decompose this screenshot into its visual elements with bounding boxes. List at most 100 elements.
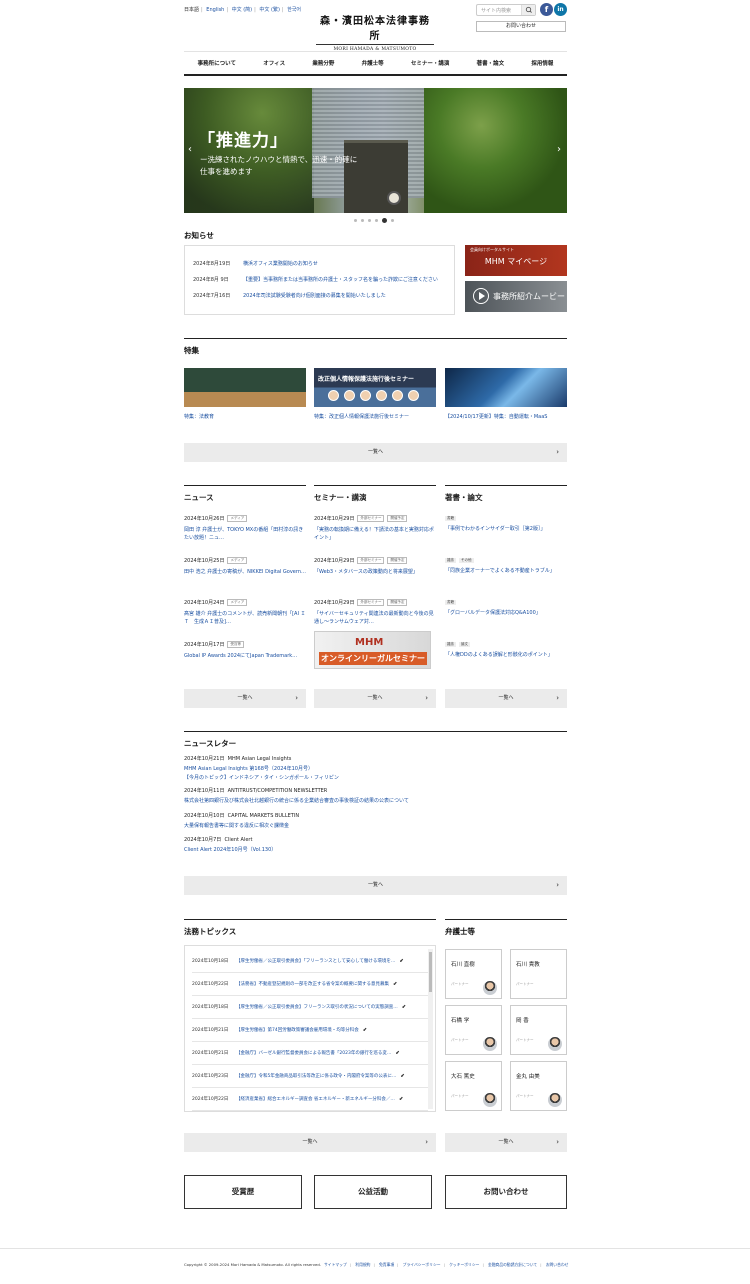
hero-prev-arrow[interactable]: ‹ bbox=[188, 144, 192, 155]
newsletter-link[interactable]: 株式会社第四銀行及び株式会社北越銀行の統合に係る企業結合審査の事後検証の結果の公… bbox=[184, 797, 409, 804]
publications-more-button[interactable]: 一覧へ › bbox=[445, 689, 567, 708]
legal-topic-item[interactable]: 2024年10月22日 【法務省】不動産登記規則の一部を改正する省令案の概要に関す… bbox=[192, 973, 428, 996]
seminars-more-button[interactable]: 一覧へ › bbox=[314, 689, 436, 708]
footer-link-contact[interactable]: お問い合わせ bbox=[546, 1262, 569, 1267]
contact-bottom-button[interactable]: お問い合わせ bbox=[445, 1175, 567, 1209]
search-button[interactable] bbox=[521, 5, 535, 15]
speaker-photo bbox=[344, 390, 355, 401]
pro-bono-button[interactable]: 公益活動 bbox=[314, 1175, 432, 1209]
news-more-button[interactable]: 一覧へ › bbox=[184, 689, 306, 708]
feature-caption[interactable]: 特集：法教育 bbox=[184, 413, 214, 420]
carousel-dot-active[interactable] bbox=[382, 218, 387, 223]
nav-offices[interactable]: オフィス bbox=[263, 59, 285, 67]
footer-link-sitemap[interactable]: サイトマップ bbox=[324, 1262, 347, 1267]
movie-banner[interactable]: 事務所紹介ムービー bbox=[465, 281, 567, 312]
lawyer-card[interactable]: 大石 篤史 パートナー bbox=[445, 1061, 502, 1111]
nav-practice-areas[interactable]: 業務分野 bbox=[312, 59, 334, 67]
notice-item[interactable]: 2024年7月16日 2024年司法試験受験者向け個別面接の募集を開始いたしました bbox=[193, 292, 386, 299]
news-item[interactable]: 2024年10月17日 受賞等 Global IP Awards 2024にてJa… bbox=[184, 641, 306, 660]
footer-link-solicitation[interactable]: 金融商品の勧誘方針について bbox=[488, 1262, 537, 1267]
carousel-dot[interactable] bbox=[391, 219, 394, 222]
divider bbox=[184, 338, 567, 339]
online-seminar-banner[interactable]: MHM オンラインリーガルセミナー bbox=[314, 631, 431, 669]
carousel-dots bbox=[354, 218, 394, 223]
legal-topics-scrollbar[interactable] bbox=[428, 949, 433, 1109]
lawyer-card[interactable]: 石川 貴教 パートナー bbox=[510, 949, 567, 999]
legal-topic-item[interactable]: 2024年10月23日 【金融庁】令和5年金融商品取引法等改正に係る政令・内閣府令… bbox=[192, 1065, 428, 1088]
footer-link-disclaimer[interactable]: 免責事項 bbox=[379, 1262, 394, 1267]
hero-next-arrow[interactable]: › bbox=[557, 144, 561, 155]
awards-button[interactable]: 受賞歴 bbox=[184, 1175, 302, 1209]
newsletter-more-button[interactable]: 一覧へ › bbox=[184, 876, 567, 895]
legal-topic-item[interactable]: 2024年10月18日 【厚生労働省／公正取引委員会】フリーランス取引の状況につい… bbox=[192, 996, 428, 1019]
nav-lawyers[interactable]: 弁護士等 bbox=[362, 59, 384, 67]
nav-publications[interactable]: 著書・論文 bbox=[477, 59, 505, 67]
lawyer-card[interactable]: 石川 直樹 パートナー bbox=[445, 949, 502, 999]
footer-link-privacy[interactable]: プライバシーポリシー bbox=[403, 1262, 441, 1267]
carousel-dot[interactable] bbox=[354, 219, 357, 222]
facebook-icon[interactable]: f bbox=[540, 3, 553, 16]
nav-about[interactable]: 事務所について bbox=[198, 59, 236, 67]
news-item[interactable]: 2024年10月26日 メディア 岡田 淳 弁護士が、TOKYO MXの番組「田村… bbox=[184, 515, 306, 542]
lawyer-card[interactable]: 金丸 由美 パートナー bbox=[510, 1061, 567, 1111]
publication-item[interactable]: 雑誌 論文 「人権DDのよくある誤解と形骸化のポイント」 bbox=[445, 641, 567, 659]
newsletter-title: ニュースレター bbox=[184, 739, 237, 748]
feature-image-seminar[interactable]: 改正個人情報保護法施行後セミナー bbox=[314, 368, 436, 407]
newsletter-link[interactable]: 大量保有報告書等に関する違反に相次ぐ課徴金 bbox=[184, 822, 299, 829]
legal-topic-item[interactable]: 2024年10月21日 【厚生労働省】第74回労働政策審議会雇用環境・均等分科会 ⬋ bbox=[192, 1019, 428, 1042]
legal-topic-item[interactable]: 2024年10月21日 【金融庁】バーゼル銀行監督委員会による報告書「2023年の… bbox=[192, 1042, 428, 1065]
notice-item[interactable]: 2024年8月 9日 【重要】当事務所または当事務所の弁護士・スタッフ名を騙った詐… bbox=[193, 276, 438, 283]
publication-item[interactable]: 雑誌 その他 「同族企業オーナーでよくある不動産トラブル」 bbox=[445, 557, 567, 575]
newsletter-link[interactable]: Client Alert 2024年10月号（Vol.130） bbox=[184, 846, 276, 853]
lawyer-card[interactable]: 石橋 学パートナー bbox=[445, 1005, 502, 1055]
lang-chinese-simplified[interactable]: 中文 (简) bbox=[232, 7, 253, 13]
footer-links: サイトマップ | 利用規約 | 免責事項 | プライバシーポリシー | クッキーポリシー… bbox=[324, 1262, 569, 1267]
footer-link-terms[interactable]: 利用規約 bbox=[355, 1262, 370, 1267]
seminar-item[interactable]: 2024年10月29日 外部セミナー 開催予定 「Web3・メタバースの政策動向と将… bbox=[314, 557, 436, 576]
contact-button[interactable]: お問い合わせ bbox=[476, 21, 566, 32]
notice-item[interactable]: 2024年8月19日 横浜オフィス業務開始のお知らせ bbox=[193, 260, 318, 267]
carousel-dot[interactable] bbox=[361, 219, 364, 222]
footer-link-cookie[interactable]: クッキーポリシー bbox=[449, 1262, 479, 1267]
linkedin-icon[interactable]: in bbox=[554, 3, 567, 16]
newsletter-item: 2024年10月10日 CAPITAL MARKETS BULLETIN 大量保… bbox=[184, 813, 300, 829]
news-item[interactable]: 2024年10月25日 メディア 田中 浩之 弁護士の寄稿が、NIKKEI Dig… bbox=[184, 557, 306, 576]
newsletter-link[interactable]: MHM Asian Legal Insights 第168号（2024年10月号… bbox=[184, 765, 339, 772]
lawyer-card[interactable]: 岡 香パートナー bbox=[510, 1005, 567, 1055]
carousel-dot[interactable] bbox=[368, 219, 371, 222]
legal-topics-more-button[interactable]: 一覧へ › bbox=[184, 1133, 436, 1152]
seminar-item[interactable]: 2024年10月29日 外部セミナー 開催予定 「実務の転換期に備える！下請法の基本… bbox=[314, 515, 436, 542]
news-item[interactable]: 2024年10月24日 メディア 髙宮 雄介 弁護士のコメントが、読売新聞朝刊「[… bbox=[184, 599, 306, 626]
legal-topics-list[interactable]: 2024年10月18日 【厚生労働省／公正取引委員会】「フリーランスとして安心して… bbox=[184, 945, 436, 1112]
legal-topic-item[interactable]: 2024年10月18日 【厚生労働省／公正取引委員会】「フリーランスとして安心して… bbox=[192, 950, 428, 973]
nav-careers[interactable]: 採用情報 bbox=[531, 59, 553, 67]
features-title: 特集 bbox=[184, 346, 199, 355]
feature-caption[interactable]: 特集：改正個人情報保護法施行後セミナー bbox=[314, 413, 409, 420]
nav-seminars[interactable]: セミナー・講演 bbox=[411, 59, 450, 67]
footer-divider bbox=[0, 1248, 750, 1249]
newsletter-link[interactable]: 【今月のトピック】インドネシア・タイ・シンガポール・フィリピン bbox=[184, 774, 339, 781]
feature-caption[interactable]: 【2024/10/17更新】特集：自動運転・MaaS bbox=[445, 413, 547, 420]
publication-item[interactable]: 書籍 「グローバルデータ保護法対応Q&A100」 bbox=[445, 599, 567, 617]
site-logo[interactable]: 森・濱田松本法律事務所 MORI HAMADA & MATSUMOTO bbox=[316, 12, 434, 52]
lang-japanese[interactable]: 日本語 bbox=[184, 7, 199, 13]
feature-image-education[interactable] bbox=[184, 368, 306, 407]
feature-banner-text: 改正個人情報保護法施行後セミナー bbox=[318, 376, 415, 383]
features-more-button[interactable]: 一覧へ › bbox=[184, 443, 567, 462]
carousel-dot[interactable] bbox=[375, 219, 378, 222]
mypage-banner[interactable]: 会員向けポータルサイト MHM マイページ bbox=[465, 245, 567, 276]
lang-chinese-traditional[interactable]: 中文 (繁) bbox=[259, 7, 280, 13]
main-nav: 事務所について オフィス 業務分野 弁護士等 セミナー・講演 著書・論文 採用情… bbox=[184, 51, 567, 76]
seminar-item[interactable]: 2024年10月29日 外部セミナー 開催予定 「サイバーセキュリティ関連法の最新動… bbox=[314, 599, 436, 626]
lang-english[interactable]: English bbox=[206, 7, 224, 13]
hero-carousel[interactable]: 「推進力」 ー洗練されたノウハウと情熱で、迅速・的確に 仕事を進めます ‹ › bbox=[184, 88, 567, 213]
lawyers-more-button[interactable]: 一覧へ › bbox=[445, 1133, 567, 1152]
search-input[interactable]: サイト内検索 bbox=[476, 4, 536, 16]
feature-image-mobility[interactable] bbox=[445, 368, 567, 407]
scrollbar-thumb[interactable] bbox=[429, 952, 432, 992]
legal-topic-item[interactable]: 2024年10月22日 【経済産業省】総合エネルギー調査会 省エネルギー・新エネル… bbox=[192, 1088, 428, 1111]
divider bbox=[445, 919, 567, 920]
lang-korean[interactable]: 한국어 bbox=[287, 7, 301, 13]
publication-item[interactable]: 書籍 「事例でわかるインサイダー取引［第2版］」 bbox=[445, 515, 567, 533]
external-link-icon: ⬋ bbox=[401, 1004, 406, 1010]
